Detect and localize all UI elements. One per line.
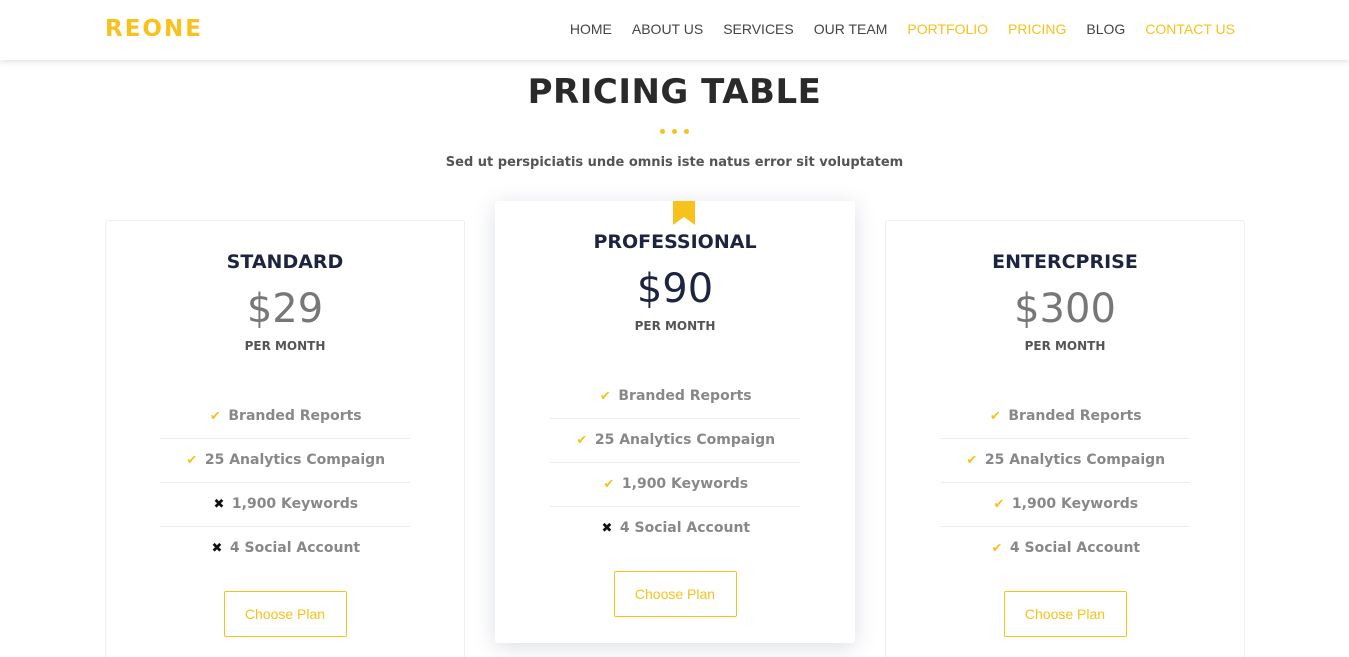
feature-label: 4 Social Account bbox=[229, 540, 361, 556]
nav-item-blog[interactable]: BLOG bbox=[1086, 21, 1125, 37]
feature-label: 25 Analytics Compaign bbox=[594, 432, 776, 448]
feature-item: ✔ 4 Social Account bbox=[940, 527, 1190, 571]
check-icon: ✔ bbox=[209, 409, 221, 424]
nav-item-our-team[interactable]: OUR TEAM bbox=[814, 21, 888, 37]
feature-item: ✖ 1,900 Keywords bbox=[160, 483, 410, 527]
feature-item: ✔ 25 Analytics Compaign bbox=[160, 439, 410, 483]
check-icon: ✔ bbox=[991, 541, 1003, 556]
cross-icon: ✖ bbox=[601, 521, 613, 536]
choose-plan-button[interactable]: Choose Plan bbox=[613, 571, 737, 617]
feature-item: ✔ 25 Analytics Compaign bbox=[940, 439, 1190, 483]
feature-label: 25 Analytics Compaign bbox=[204, 452, 386, 468]
plan-price: $90 bbox=[636, 266, 714, 312]
feature-item: ✖ 4 Social Account bbox=[550, 507, 800, 551]
nav-item-pricing[interactable]: PRICING bbox=[1008, 21, 1066, 37]
plan-period: PER MONTH bbox=[634, 319, 716, 333]
feature-label: 4 Social Account bbox=[619, 520, 751, 536]
feature-list: ✔ Branded Reports ✔ 25 Analytics Compaign … bbox=[940, 395, 1190, 571]
nav-item-about-us[interactable]: ABOUT US bbox=[632, 21, 703, 37]
nav-item-contact-us[interactable]: CONTACT US bbox=[1145, 21, 1235, 37]
section-subtitle: Sed ut perspiciatis unde omnis iste natu… bbox=[445, 155, 904, 170]
choose-plan-button[interactable]: Choose Plan bbox=[1003, 591, 1127, 637]
check-icon: ✔ bbox=[989, 409, 1001, 424]
title-divider-dots bbox=[0, 129, 1349, 134]
feature-label: 1,900 Keywords bbox=[621, 476, 749, 492]
main-nav: HOME ABOUT US SERVICES OUR TEAM PORTFOLI… bbox=[550, 21, 1235, 37]
plan-period: PER MONTH bbox=[1024, 339, 1106, 353]
feature-label: 1,900 Keywords bbox=[1011, 496, 1139, 512]
feature-label: Branded Reports bbox=[1008, 408, 1142, 424]
feature-list: ✔ Branded Reports ✔ 25 Analytics Compaign … bbox=[550, 375, 800, 551]
bookmark-ribbon-icon bbox=[673, 201, 695, 225]
feature-label: Branded Reports bbox=[618, 388, 752, 404]
cross-icon: ✖ bbox=[211, 541, 223, 556]
feature-item: ✔ Branded Reports bbox=[940, 395, 1190, 439]
divider-dot bbox=[672, 129, 677, 134]
feature-item: ✔ Branded Reports bbox=[160, 395, 410, 439]
feature-item: ✔ 1,900 Keywords bbox=[550, 463, 800, 507]
cross-icon: ✖ bbox=[213, 497, 225, 512]
feature-item: ✔ 25 Analytics Compaign bbox=[550, 419, 800, 463]
feature-item: ✔ Branded Reports bbox=[550, 375, 800, 419]
pricing-card-standard: STANDARD $29 PER MONTH ✔ Branded Reports … bbox=[105, 220, 465, 657]
feature-label: 1,900 Keywords bbox=[231, 496, 359, 512]
section-title: PRICING TABLE bbox=[527, 72, 822, 112]
plan-price: $300 bbox=[1014, 286, 1116, 332]
feature-item: ✖ 4 Social Account bbox=[160, 527, 410, 571]
plan-name: ENTERCPRISE bbox=[992, 251, 1138, 273]
plan-name: PROFESSIONAL bbox=[593, 231, 757, 253]
divider-dot bbox=[660, 129, 665, 134]
nav-item-portfolio[interactable]: PORTFOLIO bbox=[907, 21, 988, 37]
feature-label: 4 Social Account bbox=[1009, 540, 1141, 556]
feature-label: Branded Reports bbox=[228, 408, 362, 424]
check-icon: ✔ bbox=[576, 433, 588, 448]
feature-label: 25 Analytics Compaign bbox=[984, 452, 1166, 468]
plan-price: $29 bbox=[246, 286, 324, 332]
check-icon: ✔ bbox=[993, 497, 1005, 512]
nav-item-services[interactable]: SERVICES bbox=[723, 21, 794, 37]
check-icon: ✔ bbox=[966, 453, 978, 468]
nav-item-home[interactable]: HOME bbox=[570, 21, 612, 37]
brand-logo[interactable]: REONE bbox=[105, 16, 203, 42]
feature-item: ✔ 1,900 Keywords bbox=[940, 483, 1190, 527]
divider-dot bbox=[684, 129, 689, 134]
choose-plan-button[interactable]: Choose Plan bbox=[223, 591, 347, 637]
plan-name: STANDARD bbox=[226, 251, 344, 273]
top-navbar: REONE HOME ABOUT US SERVICES OUR TEAM PO… bbox=[0, 0, 1349, 60]
pricing-card-professional: PROFESSIONAL $90 PER MONTH ✔ Branded Repo… bbox=[495, 201, 855, 643]
check-icon: ✔ bbox=[603, 477, 615, 492]
check-icon: ✔ bbox=[186, 453, 198, 468]
check-icon: ✔ bbox=[599, 389, 611, 404]
feature-list: ✔ Branded Reports ✔ 25 Analytics Compaign … bbox=[160, 395, 410, 571]
pricing-card-enterprise: ENTERCPRISE $300 PER MONTH ✔ Branded Repo… bbox=[885, 220, 1245, 657]
plan-period: PER MONTH bbox=[244, 339, 326, 353]
